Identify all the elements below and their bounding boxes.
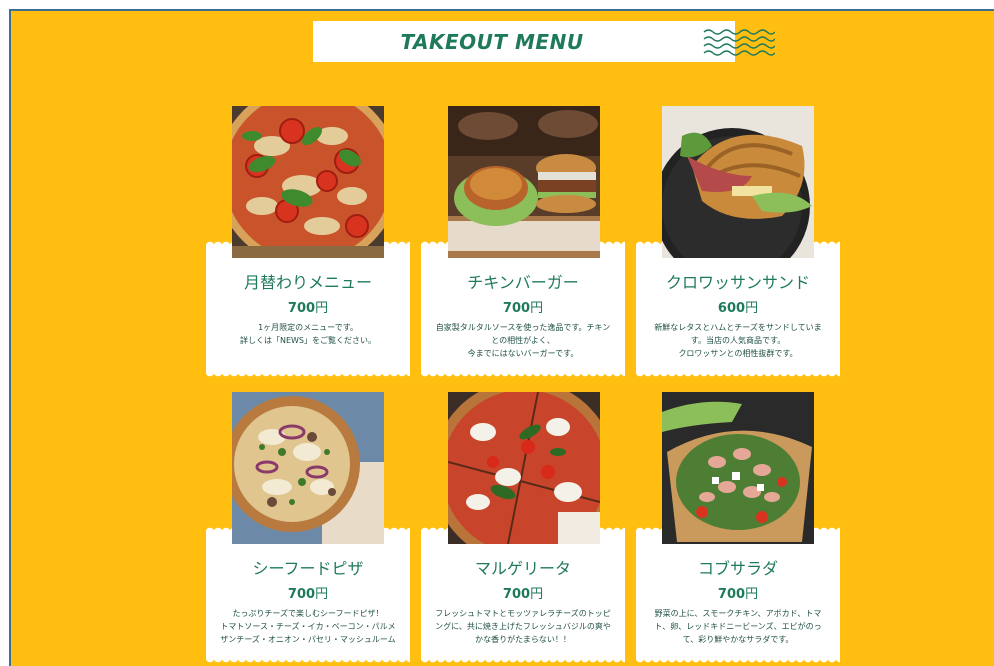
item-description: 野菜の上に、スモークチキン、アボカド、トマ ト、卵、レッドキドニービーンズ、エビ… [654, 609, 822, 644]
title-banner: TAKEOUT MENU [313, 21, 735, 62]
item-name: チキンバーガー [467, 273, 579, 292]
item-name: コブサラダ [697, 559, 778, 578]
item-price: 600円 [717, 301, 759, 316]
item-price: 700円 [502, 587, 544, 602]
menu-card-margherita[interactable]: マルゲリータ 700円 フレッシュトマトとモッツァレラチーズのトッピ ングに、共… [421, 526, 625, 664]
menu-card-croissant-sandwich[interactable]: クロワッサンサンド 600円 新鮮なレタスとハムとチーズをサンドしていま す。当… [636, 240, 840, 378]
item-description: 自家製タルタルソースを使った逸品です。チキン との相性がよく、 今までにはないバ… [435, 323, 611, 358]
item-name: クロワッサンサンド [665, 273, 810, 292]
item-description: たっぷりチーズで楽しむシーフードピザ！ トマトソース・チーズ・イカ・ベーコン・パ… [220, 609, 396, 644]
item-description: フレッシュトマトとモッツァレラチーズのトッピ ングに、共に焼き上げたフレッシュバ… [435, 609, 611, 644]
croissant-sandwich-photo[interactable] [662, 106, 814, 258]
menu-card-chicken-burger[interactable]: チキンバーガー 700円 自家製タルタルソースを使った逸品です。チキン との相性… [421, 240, 625, 378]
item-description: 新鮮なレタスとハムとチーズをサンドしていま す。当店の人気商品です。 クロワッサ… [654, 323, 822, 358]
item-price: 700円 [287, 587, 329, 602]
item-name: シーフードピザ [252, 559, 364, 578]
menu-card-monthly[interactable]: 月替わりメニュー 700円 1ヶ月限定のメニューです。 詳しくは「NEWS」をご… [206, 240, 410, 378]
item-price: 700円 [502, 301, 544, 316]
margherita-photo[interactable] [448, 392, 600, 544]
menu-card-seafood-pizza[interactable]: シーフードピザ 700円 たっぷりチーズで楽しむシーフードピザ！ トマトソース・… [206, 526, 410, 664]
menu-card-cobb-salad[interactable]: コブサラダ 700円 野菜の上に、スモークチキン、アボカド、トマ ト、卵、レッド… [636, 526, 840, 664]
seafood-pizza-photo[interactable] [232, 392, 384, 544]
wave-lines-icon [703, 29, 775, 56]
chicken-burger-photo[interactable] [448, 106, 600, 258]
cobb-salad-photo[interactable] [662, 392, 814, 544]
item-price: 700円 [287, 301, 329, 316]
item-description: 1ヶ月限定のメニューです。 詳しくは「NEWS」をご覧ください。 [239, 323, 377, 345]
item-name: 月替わりメニュー [243, 273, 372, 292]
menu-section: TAKEOUT MENU 月替わりメニュー 700円 1ヶ月限定のメニューです。… [9, 9, 994, 666]
page-title: TAKEOUT MENU [400, 29, 584, 54]
item-name: マルゲリータ [474, 559, 571, 578]
item-price: 700円 [717, 587, 759, 602]
margherita-pizza-photo[interactable] [232, 106, 384, 258]
